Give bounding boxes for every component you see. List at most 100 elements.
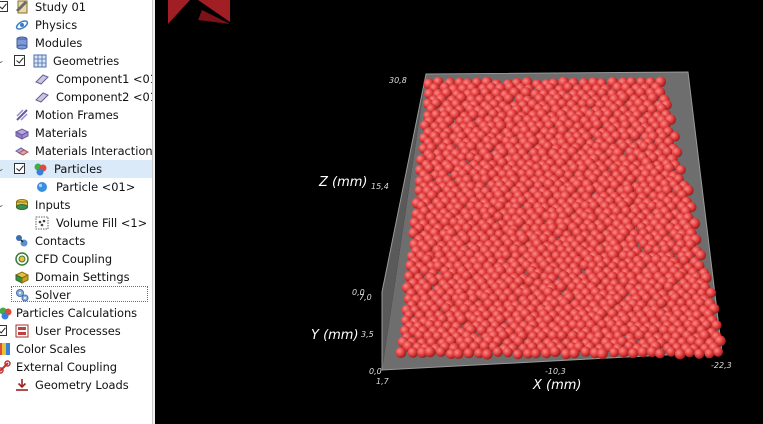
particle bbox=[463, 347, 474, 359]
tree-item-component1[interactable]: Component1 <01 bbox=[0, 70, 152, 88]
particle bbox=[674, 348, 686, 360]
tree-item-geometry-loads[interactable]: Geometry Loads bbox=[0, 376, 152, 394]
expand-arrow-icon[interactable]: › bbox=[0, 37, 1, 49]
inputs-icon bbox=[16, 199, 28, 210]
particle bbox=[395, 347, 407, 358]
tree-item-domain-settings[interactable]: Domain Settings bbox=[0, 268, 152, 286]
x-axis-title: X (mm) bbox=[533, 378, 582, 393]
particle bbox=[694, 348, 705, 359]
particles-icon bbox=[34, 163, 47, 176]
particle bbox=[541, 347, 552, 359]
tree-item-label: Contacts bbox=[35, 234, 86, 248]
particle bbox=[435, 346, 446, 357]
tree-item-component2[interactable]: Component2 <01 bbox=[0, 88, 152, 106]
particle bbox=[424, 346, 436, 358]
tree-item-color-scales[interactable]: Color Scales bbox=[0, 340, 152, 358]
z-tick-mid: 15,4 bbox=[371, 182, 389, 191]
external-coupling-icon bbox=[0, 360, 11, 374]
particle bbox=[549, 346, 561, 358]
materials-icon bbox=[15, 128, 29, 140]
tree-item-motion-frames[interactable]: Motion Frames bbox=[0, 106, 152, 124]
tree-item-label: External Coupling bbox=[16, 360, 118, 374]
particle bbox=[609, 347, 620, 358]
tree-item-study[interactable]: Study 01 bbox=[0, 0, 152, 16]
motion-frames-icon bbox=[16, 109, 28, 121]
tree-item-particle-01[interactable]: Particle <01> bbox=[0, 178, 152, 196]
y-tick-min: 0,0 bbox=[369, 367, 382, 376]
particles-checkbox[interactable] bbox=[14, 163, 25, 174]
3d-viewport[interactable]: 30,8 15,4 0,0 Z (mm) 7,0 3,5 0,0 Y (mm) … bbox=[155, 0, 763, 424]
particle bbox=[502, 347, 513, 358]
tree-item-label: CFD Coupling bbox=[35, 252, 113, 266]
tree-item-label: Materials Interactions bbox=[35, 144, 152, 158]
particle bbox=[655, 348, 665, 359]
geometries-checkbox[interactable] bbox=[14, 55, 25, 66]
tree-item-label: Volume Fill <1> bbox=[56, 216, 148, 230]
y-tick-mid: 3,5 bbox=[361, 330, 374, 339]
particle bbox=[596, 348, 608, 360]
tree-item-label: User Processes bbox=[35, 324, 121, 338]
tree-item-label: Physics bbox=[35, 18, 78, 32]
tree-item-label: Color Scales bbox=[16, 342, 86, 356]
tree-item-user-processes[interactable]: User Processes bbox=[0, 322, 152, 340]
collapse-arrow-icon[interactable]: ⌄ bbox=[0, 163, 5, 175]
component-icon bbox=[35, 92, 49, 103]
tree-item-label: Study 01 bbox=[35, 0, 87, 14]
tree-item-particles[interactable]: ⌄ Particles bbox=[0, 160, 152, 178]
tree-item-cfd-coupling[interactable]: CFD Coupling bbox=[0, 250, 152, 268]
tree-item-particles-calculations[interactable]: Particles Calculations bbox=[0, 304, 152, 322]
tree-item-physics[interactable]: Physics bbox=[0, 16, 152, 34]
x-tick-max: -22,3 bbox=[711, 361, 732, 370]
color-scales-icon bbox=[0, 343, 10, 355]
focus-outline bbox=[11, 286, 148, 302]
tree-item-label: Particle <01> bbox=[56, 180, 136, 194]
user-processes-icon bbox=[15, 324, 29, 338]
particle bbox=[492, 347, 503, 357]
tree-item-label: Motion Frames bbox=[35, 108, 119, 122]
particle bbox=[453, 348, 464, 360]
project-tree-panel: Study 01 Physics › Modules ⌄ Geometries bbox=[0, 0, 152, 424]
modules-icon bbox=[16, 36, 28, 50]
geometry-loads-icon bbox=[16, 379, 28, 391]
particle bbox=[530, 348, 541, 359]
solver-icon bbox=[16, 289, 29, 302]
tree-item-label: Solver bbox=[35, 288, 71, 302]
z-axis-title: Z (mm) bbox=[319, 175, 368, 190]
tree-item-volume-fill[interactable]: Volume Fill <1> bbox=[0, 214, 152, 232]
physics-icon bbox=[15, 20, 29, 30]
volume-fill-icon bbox=[35, 216, 49, 230]
tree-item-materials[interactable]: Materials bbox=[0, 124, 152, 142]
tree-item-label: Geometries bbox=[53, 54, 120, 68]
tree-item-modules[interactable]: › Modules bbox=[0, 34, 152, 52]
user-processes-checkbox[interactable] bbox=[0, 325, 7, 336]
particle bbox=[684, 347, 695, 358]
tree-item-label: Particles Calculations bbox=[16, 306, 138, 320]
collapse-arrow-icon[interactable]: ⌄ bbox=[0, 55, 5, 67]
tree-item-label: Domain Settings bbox=[35, 270, 130, 284]
particle bbox=[666, 346, 677, 357]
particle bbox=[569, 348, 580, 359]
tree-item-solver[interactable]: Solver bbox=[0, 286, 152, 304]
component-icon bbox=[35, 74, 49, 85]
tree-item-label: Modules bbox=[35, 36, 83, 50]
app-logo-icon bbox=[168, 0, 230, 24]
particle bbox=[628, 347, 639, 359]
particle bbox=[512, 349, 524, 360]
tree-item-geometries[interactable]: ⌄ Geometries bbox=[0, 52, 152, 70]
particle-icon bbox=[37, 182, 47, 192]
tree-item-external-coupling[interactable]: External Coupling bbox=[0, 358, 152, 376]
tree-item-materials-interactions[interactable]: Materials Interactions bbox=[0, 142, 152, 160]
geometries-icon bbox=[33, 54, 47, 68]
tree-item-label: Materials bbox=[35, 126, 88, 140]
cfd-coupling-icon bbox=[15, 252, 29, 266]
particle bbox=[704, 348, 715, 359]
study-checkbox[interactable] bbox=[0, 1, 8, 12]
particle bbox=[713, 346, 724, 357]
collapse-arrow-icon[interactable]: ⌄ bbox=[0, 199, 5, 211]
tree-item-contacts[interactable]: Contacts bbox=[0, 232, 152, 250]
study-icon bbox=[16, 0, 28, 14]
particle bbox=[637, 346, 649, 358]
domain-settings-icon bbox=[15, 271, 29, 284]
tree-item-inputs[interactable]: ⌄ Inputs bbox=[0, 196, 152, 214]
tree-item-label: Component1 <01 bbox=[56, 72, 152, 86]
